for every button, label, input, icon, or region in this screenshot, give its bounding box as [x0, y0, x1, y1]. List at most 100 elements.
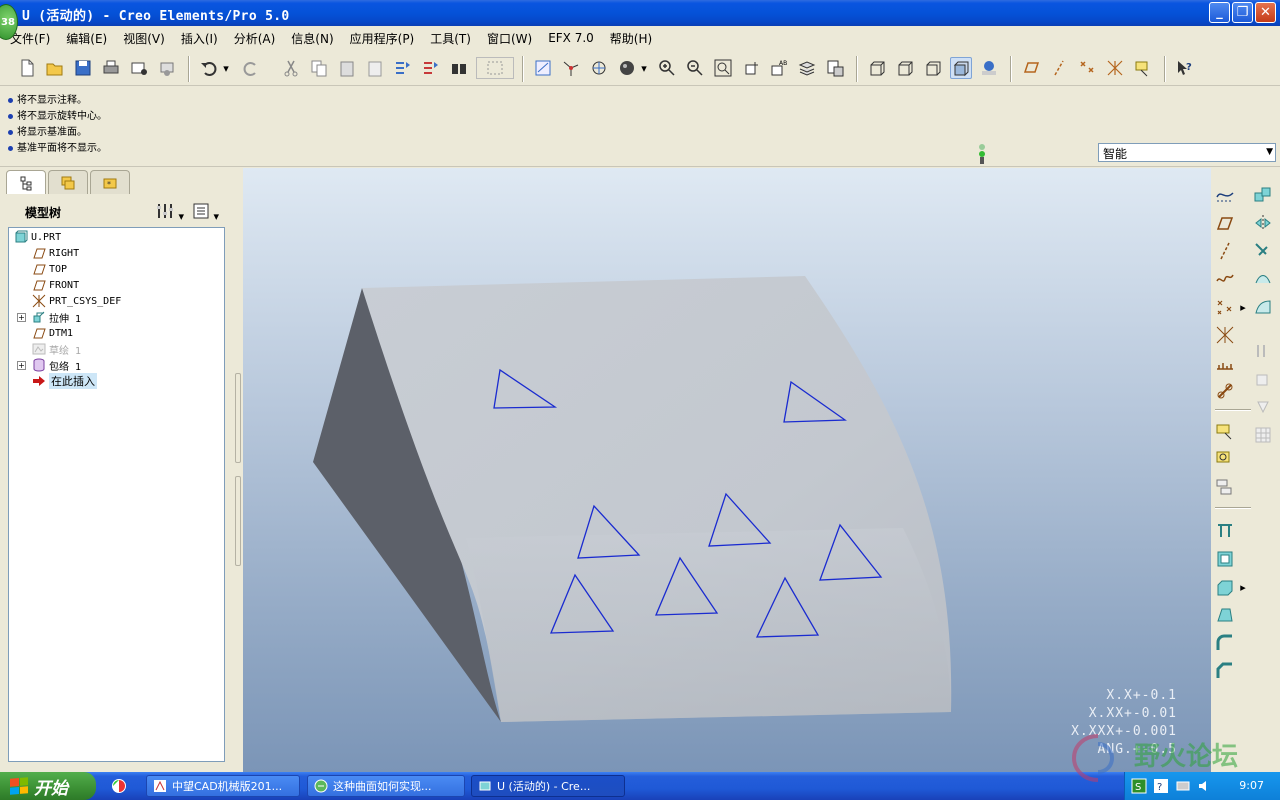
model-view[interactable]	[243, 168, 1211, 772]
solidify-tool-icon[interactable]	[1251, 395, 1275, 419]
start-button[interactable]: 开始	[0, 772, 96, 800]
datum-points-toggle-icon[interactable]	[1076, 57, 1098, 79]
panel-sash[interactable]	[234, 168, 243, 772]
expand-toggle[interactable]: +	[17, 313, 26, 322]
analysis-tool-icon[interactable]	[1213, 351, 1237, 375]
trim-tool-icon[interactable]	[1251, 267, 1275, 291]
note-tool-icon[interactable]	[1213, 419, 1237, 443]
extend-tool-icon[interactable]	[1251, 295, 1275, 319]
taskbar-item-browser[interactable]: 这种曲面如何实现...	[307, 775, 465, 797]
repaint-icon[interactable]	[532, 57, 554, 79]
tree-settings-icon[interactable]: ▾	[155, 202, 184, 223]
close-button[interactable]: ✕	[1255, 2, 1276, 23]
symbol-tool-icon[interactable]	[1213, 447, 1237, 471]
taskbar-item-zwcad[interactable]: 中望CAD机械版201...	[146, 775, 300, 797]
title-bar[interactable]: 38 U (活动的) - Creo Elements/Pro 5.0 _ ❐ ✕	[0, 0, 1280, 40]
menu-window[interactable]: 窗口(W)	[479, 30, 540, 47]
tree-node-extrude[interactable]: 拉伸 1	[31, 309, 81, 325]
datum-point-tool-icon[interactable]	[1213, 295, 1237, 319]
regen-manager-icon[interactable]	[420, 57, 442, 79]
cut-icon[interactable]	[280, 57, 302, 79]
sketch-curve-tool-icon[interactable]	[1213, 267, 1237, 291]
chain-tool-icon[interactable]	[1213, 379, 1237, 403]
context-help-icon[interactable]: ?	[1174, 57, 1196, 79]
send-mail-icon[interactable]	[128, 57, 150, 79]
hidden-line-icon[interactable]	[894, 57, 916, 79]
tree-node-datum-dtm1[interactable]: DTM1	[31, 325, 73, 341]
reorient-icon[interactable]	[740, 57, 762, 79]
help-tray-icon[interactable]: ?	[1153, 778, 1169, 797]
graphics-window[interactable]: X.X+-0.1 X.XX+-0.01 X.XXX+-0.001 ANG.+-0…	[243, 168, 1211, 772]
taskbar-item-creo[interactable]: U (活动的) - Cre...	[471, 775, 625, 797]
appearance-dropdown-icon[interactable]: ▾	[638, 57, 650, 79]
menu-info[interactable]: 信息(N)	[283, 30, 341, 47]
show-columns-icon[interactable]: ▾	[192, 202, 219, 223]
draft-tool-icon[interactable]	[1213, 603, 1237, 627]
saved-views-icon[interactable]: AB	[768, 57, 790, 79]
menu-view[interactable]: 视图(V)	[115, 30, 173, 47]
paste-special-icon[interactable]	[364, 57, 386, 79]
undo-icon[interactable]	[198, 57, 220, 79]
datum-display-icon[interactable]	[1213, 183, 1237, 207]
point-menu-arrow-icon[interactable]: ▸	[1237, 295, 1249, 319]
paste-icon[interactable]	[336, 57, 358, 79]
no-hidden-icon[interactable]	[922, 57, 944, 79]
tab-model-tree[interactable]	[6, 170, 46, 194]
tree-node-sketch[interactable]: 草绘 1	[31, 341, 81, 357]
tree-node-datum-top[interactable]: TOP	[31, 261, 67, 277]
menu-help[interactable]: 帮助(H)	[602, 30, 660, 47]
rib-menu-arrow-icon[interactable]: ▸	[1237, 575, 1249, 599]
annotations-toggle-icon[interactable]	[1132, 57, 1154, 79]
menu-applications[interactable]: 应用程序(P)	[342, 30, 423, 47]
pattern-tool-icon[interactable]	[1251, 423, 1275, 447]
tree-node-insert-here[interactable]: 在此插入	[31, 373, 97, 389]
menu-insert[interactable]: 插入(I)	[173, 30, 226, 47]
menu-tools[interactable]: 工具(T)	[422, 30, 479, 47]
zoom-out-icon[interactable]	[684, 57, 706, 79]
shell-tool-icon[interactable]	[1213, 547, 1237, 571]
rib-tool-icon[interactable]	[1213, 575, 1237, 599]
find-icon[interactable]	[448, 57, 470, 79]
tree-node-datum-front[interactable]: FRONT	[31, 277, 79, 293]
csys-toggle-icon[interactable]	[1104, 57, 1126, 79]
quick-launch-icon[interactable]	[108, 777, 130, 795]
menu-analysis[interactable]: 分析(A)	[226, 30, 284, 47]
sweep-tool-icon[interactable]	[1213, 519, 1237, 543]
tree-node-wrap[interactable]: 包络 1	[31, 357, 81, 373]
datum-axes-toggle-icon[interactable]	[1048, 57, 1070, 79]
send-link-icon[interactable]	[156, 57, 178, 79]
mirror-tool-icon[interactable]	[1251, 211, 1275, 235]
copy-icon[interactable]	[308, 57, 330, 79]
layer-tool-icon[interactable]	[1213, 475, 1237, 499]
thicken-tool-icon[interactable]	[1251, 367, 1275, 391]
chamfer-tool-icon[interactable]	[1213, 659, 1237, 683]
tree-node-part[interactable]: U.PRT	[13, 229, 61, 245]
merge-tool-icon[interactable]	[1251, 239, 1275, 263]
copy-feature-icon[interactable]	[1251, 183, 1275, 207]
print-icon[interactable]	[100, 57, 122, 79]
tray-app-icon[interactable]: S	[1131, 778, 1147, 797]
enhanced-realism-icon[interactable]	[978, 57, 1000, 79]
volume-tray-icon[interactable]	[1197, 778, 1213, 797]
new-file-icon[interactable]	[16, 57, 38, 79]
sash-grip[interactable]	[235, 476, 241, 566]
tab-favorites[interactable]: *	[90, 170, 130, 194]
menu-edit[interactable]: 编辑(E)	[58, 30, 115, 47]
redo-icon[interactable]	[240, 57, 262, 79]
tree-node-csys[interactable]: PRT_CSYS_DEF	[31, 293, 121, 309]
datum-axis-tool-icon[interactable]	[1213, 239, 1237, 263]
round-tool-icon[interactable]	[1213, 631, 1237, 655]
regenerate-icon[interactable]	[392, 57, 414, 79]
offset-tool-icon[interactable]	[1251, 339, 1275, 363]
expand-toggle[interactable]: +	[17, 361, 26, 370]
network-tray-icon[interactable]	[1175, 778, 1191, 797]
datum-plane-tool-icon[interactable]	[1213, 211, 1237, 235]
refit-icon[interactable]	[712, 57, 734, 79]
csys-tool-icon[interactable]	[1213, 323, 1237, 347]
minimize-button[interactable]: _	[1209, 2, 1230, 23]
menu-efx[interactable]: EFX 7.0	[540, 31, 602, 45]
selection-filter-dropdown[interactable]: 智能 ▼	[1098, 143, 1276, 162]
zoom-in-icon[interactable]	[656, 57, 678, 79]
tab-folder-browser[interactable]	[48, 170, 88, 194]
datum-planes-toggle-icon[interactable]	[1020, 57, 1042, 79]
